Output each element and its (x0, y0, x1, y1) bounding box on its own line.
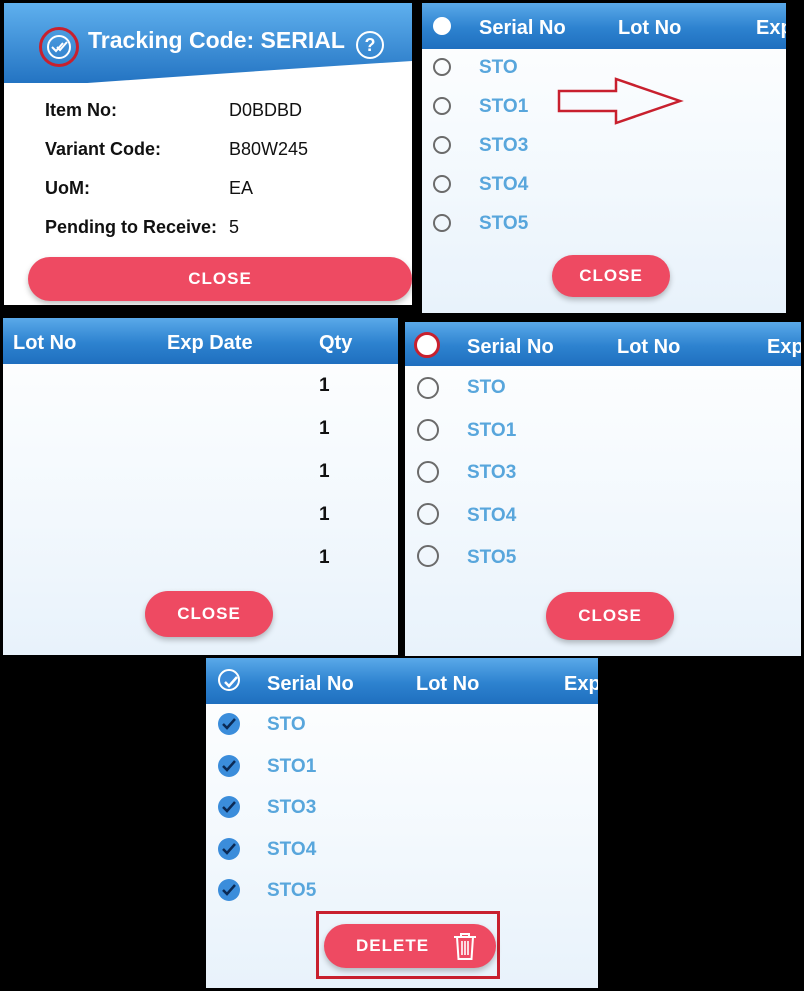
row-radio[interactable] (417, 503, 439, 525)
help-icon[interactable]: ? (356, 31, 384, 59)
item-no-value: D0BDBD (229, 100, 303, 120)
variant-code-value: B80W245 (229, 139, 309, 159)
serial-value[interactable]: STO (479, 57, 518, 79)
col-serial-no: Serial No (267, 673, 354, 695)
double-check-icon[interactable] (39, 27, 79, 67)
table-header: Serial No Lot No Exp (206, 658, 598, 704)
col-lot-no: Lot No (13, 332, 77, 354)
serial-select-panel: Serial No Lot No Exp STO STO1 STO3 STO4 … (405, 322, 801, 656)
close-button[interactable]: CLOSE (546, 592, 674, 640)
serial-value[interactable]: STO1 (467, 420, 516, 442)
close-button[interactable]: CLOSE (145, 591, 273, 637)
select-all-checkbox[interactable] (218, 669, 240, 691)
select-all-radio-highlighted[interactable] (414, 332, 440, 358)
trash-icon (454, 933, 476, 960)
serial-value[interactable]: STO5 (267, 880, 316, 902)
pending-value: 5 (229, 217, 240, 237)
close-button[interactable]: CLOSE (28, 257, 412, 301)
qty-value: 1 (319, 461, 330, 482)
serial-delete-panel: Serial No Lot No Exp STO STO1 STO3 STO4 … (206, 658, 598, 988)
row-radio[interactable] (417, 461, 439, 483)
serial-value[interactable]: STO (267, 714, 306, 736)
col-exp: Exp (756, 17, 786, 39)
col-exp-date: Exp Date (167, 332, 253, 354)
row-radio[interactable] (433, 97, 451, 115)
row-checkbox[interactable] (218, 713, 240, 735)
serial-value[interactable]: STO4 (467, 505, 516, 527)
uom-label: UoM: (45, 178, 90, 198)
serial-value[interactable]: STO5 (479, 213, 528, 235)
row-checkbox[interactable] (218, 838, 240, 860)
qty-value: 1 (319, 547, 330, 568)
qty-value: 1 (319, 418, 330, 439)
row-radio[interactable] (417, 377, 439, 399)
row-radio[interactable] (433, 214, 451, 232)
serial-value[interactable]: STO4 (267, 839, 316, 861)
serial-value[interactable]: STO1 (479, 96, 528, 118)
serial-value[interactable]: STO3 (479, 135, 528, 157)
arrow-right-icon (557, 77, 684, 125)
serial-value[interactable]: STO (467, 377, 506, 399)
row-radio[interactable] (433, 58, 451, 76)
col-lot-no: Lot No (618, 17, 682, 39)
pending-label: Pending to Receive: (45, 217, 218, 237)
uom-value: EA (229, 178, 254, 198)
serial-value[interactable]: STO1 (267, 756, 316, 778)
tracking-details-panel: Tracking Code: SERIAL ? Item No: D0BDBD … (4, 3, 412, 305)
serial-value[interactable]: STO5 (467, 547, 516, 569)
col-serial-no: Serial No (467, 336, 554, 358)
table-header: Serial No Lot No Exp (405, 322, 801, 366)
item-no-label: Item No: (45, 100, 117, 120)
variant-code-label: Variant Code: (45, 139, 162, 159)
delete-label: DELETE (356, 936, 430, 955)
serial-value[interactable]: STO4 (479, 174, 528, 196)
row-checkbox[interactable] (218, 796, 240, 818)
col-qty: Qty (319, 332, 353, 354)
row-checkbox[interactable] (218, 879, 240, 901)
delete-button[interactable]: DELETE (324, 924, 496, 968)
qty-value: 1 (319, 504, 330, 525)
table-header: Lot No Exp Date Qty (3, 318, 398, 364)
row-radio[interactable] (433, 136, 451, 154)
col-exp: Exp (564, 673, 598, 695)
col-lot-no: Lot No (416, 673, 480, 695)
serial-value[interactable]: STO3 (267, 797, 316, 819)
qty-list-panel: Lot No Exp Date Qty 1 1 1 1 1 CLOSE (3, 318, 398, 655)
select-all-radio[interactable] (433, 17, 451, 35)
close-button[interactable]: CLOSE (552, 255, 670, 297)
serial-list-panel: Serial No Lot No Exp STO STO1 STO3 STO4 … (422, 3, 786, 313)
table-header: Serial No Lot No Exp (422, 3, 786, 49)
row-radio[interactable] (417, 545, 439, 567)
col-exp: Exp (767, 336, 801, 358)
qty-value: 1 (319, 375, 330, 396)
col-lot-no: Lot No (617, 336, 681, 358)
serial-value[interactable]: STO3 (467, 462, 516, 484)
row-radio[interactable] (433, 175, 451, 193)
tracking-title: Tracking Code: SERIAL (88, 27, 345, 53)
row-radio[interactable] (417, 419, 439, 441)
col-serial-no: Serial No (479, 17, 566, 39)
row-checkbox[interactable] (218, 755, 240, 777)
